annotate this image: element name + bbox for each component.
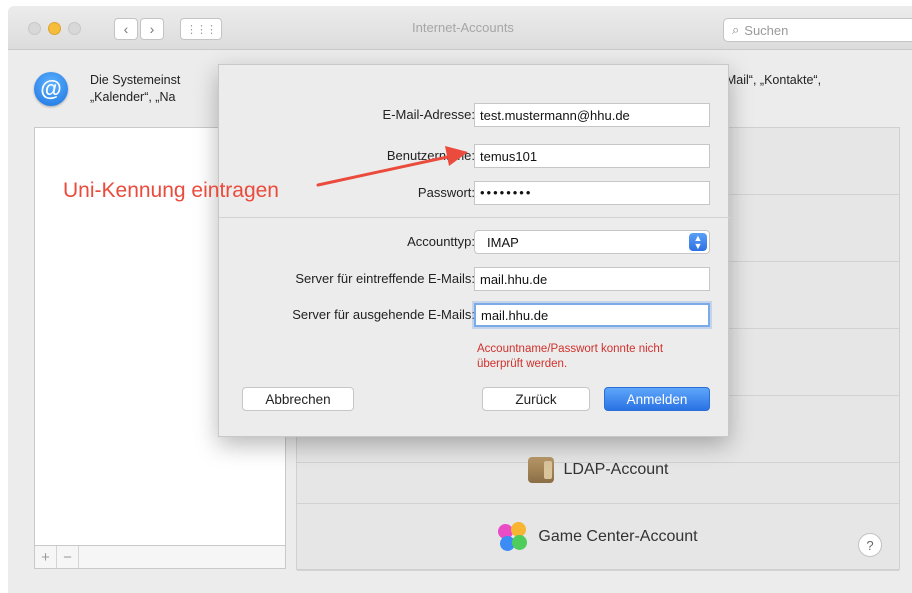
incoming-server-label: Server für eintreffende E-Mails: [295,271,475,286]
help-button[interactable]: ? [858,533,882,557]
password-label: Passwort: [417,185,475,200]
internet-accounts-icon: @ [34,72,68,106]
show-all-button[interactable]: ⋮⋮⋮ [180,18,222,40]
search-placeholder: Suchen [744,22,789,38]
intro-text-left: Die Systemeinst „Kalender“, „Na [90,73,181,104]
window-title: Internet-Accounts [412,20,514,35]
account-type-label: Accounttyp: [407,234,475,249]
email-row: E-Mail-Adresse: test.mustermann@hhu.de [219,103,730,127]
incoming-server-field[interactable]: mail.hhu.de [474,267,710,291]
accounts-list-footer: + − [34,545,286,569]
outgoing-server-label: Server für ausgehende E-Mails: [292,307,475,322]
account-type-row: Accounttyp: IMAP ▲ ▼ [219,230,730,254]
back-step-button[interactable]: Zurück [482,387,590,411]
email-field[interactable]: test.mustermann@hhu.de [474,103,710,127]
sign-in-button[interactable]: Anmelden [604,387,710,411]
chevron-left-icon: ‹ [123,21,129,37]
forward-button[interactable]: › [140,18,164,40]
username-field[interactable]: temus101 [474,144,710,168]
back-button[interactable]: ‹ [114,18,138,40]
chevron-right-icon: › [149,21,155,37]
intro-text-right: it „Mail“, „Kontakte“, [712,73,822,87]
game-center-icon [498,522,528,552]
updown-chevron-icon: ▲ ▼ [689,233,707,251]
email-label: E-Mail-Adresse: [382,107,475,122]
search-icon: ⌕ [732,22,740,37]
cancel-button[interactable]: Abbrechen [242,387,354,411]
divider [219,217,730,218]
error-message: Accountname/Passwort konnte nicht überpr… [477,343,664,370]
minimize-window-button[interactable] [48,22,61,35]
password-field[interactable]: •••••••• [474,181,710,205]
remove-account-button[interactable]: − [57,546,79,568]
provider-label: LDAP-Account [563,461,669,478]
zoom-window-button[interactable] [68,22,81,35]
annotation-label: Uni-Kennung eintragen [63,179,279,202]
outgoing-server-field[interactable]: mail.hhu.de [474,303,710,327]
account-sheet: E-Mail-Adresse: test.mustermann@hhu.de B… [218,64,730,437]
username-row: Benutzername: temus101 [219,144,730,168]
incoming-server-row: Server für eintreffende E-Mails: mail.hh… [219,267,730,291]
provider-game-center[interactable]: Game Center-Account [297,504,899,571]
provider-label: Game Center-Account [538,528,698,545]
title-bar: ‹ › ⋮⋮⋮ Internet-Accounts ⌕ Suchen [8,6,912,50]
preferences-window: ‹ › ⋮⋮⋮ Internet-Accounts ⌕ Suchen @ Die… [8,6,912,593]
outgoing-server-row: Server für ausgehende E-Mails: mail.hhu.… [219,303,730,327]
account-type-value: IMAP [487,235,519,250]
provider-ldap[interactable]: LDAP-Account [297,437,899,504]
close-window-button[interactable] [28,22,41,35]
password-row: Passwort: •••••••• [219,181,730,205]
search-field[interactable]: ⌕ Suchen [723,18,912,42]
grid-icon: ⋮⋮⋮ [186,23,217,36]
add-account-button[interactable]: + [35,546,57,568]
ldap-icon [527,457,554,483]
account-type-select[interactable]: IMAP ▲ ▼ [474,230,710,254]
username-label: Benutzername: [386,148,475,163]
